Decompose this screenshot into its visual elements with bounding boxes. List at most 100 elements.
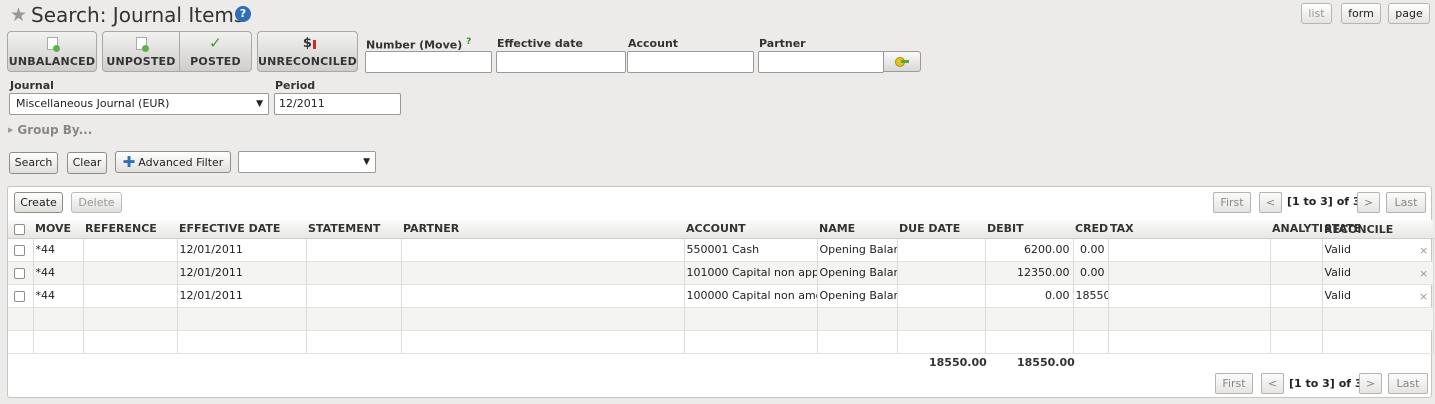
form-view-button[interactable]: form [1341,3,1381,24]
delete-button[interactable]: Delete [71,192,122,213]
column-header-name[interactable]: NAME [817,220,897,239]
filter-unbalanced-button[interactable]: UNBALANCED [8,32,96,71]
cell-date: 12/01/2011 [177,261,307,285]
cell-partner [401,261,685,285]
help-icon[interactable]: ? [235,6,251,22]
select-all-checkbox-cell [8,220,33,239]
column-header-credit[interactable]: CREDIT [1073,220,1108,239]
cell-reference [83,261,178,285]
cell-tax [1108,284,1271,308]
partner-search-button[interactable] [883,51,921,72]
cell-state: Valid [1322,261,1434,285]
expand-triangle-icon: ▶ [8,126,14,134]
cell-debit: 0.00 [985,284,1074,308]
cell-account: 550001 Cash [684,238,818,262]
pager-prev-button-bottom[interactable]: < [1261,373,1284,394]
cell-name: Opening Balance [817,284,898,308]
cell-name: Opening Balance [817,238,898,262]
row-checkbox[interactable] [14,267,25,279]
effective-date-input[interactable] [496,51,626,73]
cell-partner [401,238,685,262]
column-header-account[interactable]: ACCOUNT [684,220,817,239]
pager-next-button-bottom[interactable]: > [1359,373,1382,394]
table-row[interactable]: *44 12/01/2011 100000 Capital non amorti… [8,284,1434,308]
column-header-move[interactable]: MOVE [33,220,83,239]
state-value: Valid [1324,266,1352,279]
page-title: Search: Journal Items [31,3,245,27]
dollar-icon: $ [302,35,317,51]
column-header-effective-date[interactable]: EFFECTIVE DATE [177,220,306,239]
column-header-reconcile[interactable]: RECONCILE [1324,223,1393,236]
filter-posted-button[interactable]: ✓ POSTED [179,32,251,71]
search-button[interactable]: Search [9,152,58,174]
column-header-reference[interactable]: REFERENCE [83,220,177,239]
filter-group-balance: UNBALANCED [7,31,97,72]
number-move-input[interactable] [365,51,492,73]
cell-credit: 18550.00 [1073,284,1109,308]
total-debit: 18550.00 [929,356,987,369]
column-header-tax[interactable]: TAX [1108,220,1270,239]
table-row[interactable]: *44 12/01/2011 101000 Capital non appelé… [8,261,1434,285]
state-value: Valid [1324,289,1352,302]
favorite-star-icon[interactable]: ★ [10,4,28,26]
cell-due-date [897,284,986,308]
state-value: Valid [1324,243,1352,256]
advanced-filter-button[interactable]: ✚ Advanced Filter [115,151,231,173]
pager-last-button-bottom[interactable]: Last [1388,373,1428,394]
cell-account: 101000 Capital non appelé [684,261,818,285]
cell-statement [306,261,402,285]
cell-tax [1108,261,1271,285]
row-delete-icon[interactable]: × [1419,267,1428,280]
pager-status: [1 to 3] of 3 [1287,195,1361,208]
column-header-partner[interactable]: PARTNER [401,220,478,239]
cell-state: Valid [1322,284,1434,308]
pager-first-button-bottom[interactable]: First [1215,373,1253,394]
empty-row [8,307,1434,331]
clear-button[interactable]: Clear [67,152,107,174]
cell-reference [83,238,178,262]
cell-analytic [1270,261,1323,285]
plus-icon: ✚ [122,153,136,171]
period-input[interactable]: 12/2011 [274,93,401,115]
cell-analytic [1270,238,1323,262]
list-view-button[interactable]: list [1301,3,1332,24]
cell-date: 12/01/2011 [177,238,307,262]
cell-debit: 6200.00 [985,238,1074,262]
create-button[interactable]: Create [14,192,63,213]
filter-group-reconcile: $ UNRECONCILED [257,31,358,72]
partner-input[interactable] [758,51,884,73]
cell-credit: 0.00 [1073,261,1109,285]
row-checkbox[interactable] [14,290,25,302]
total-credit: 18550.00 [1017,356,1075,369]
journal-select[interactable]: Miscellaneous Journal (EUR) ▼ [9,93,269,115]
cell-state: Valid [1322,238,1434,262]
row-delete-icon[interactable]: × [1419,290,1428,303]
column-header-debit[interactable]: DEBIT [985,220,1073,239]
pager-range: [1 to 3] [1287,195,1333,208]
cell-name: Opening Balance [817,261,898,285]
cell-tax [1108,238,1271,262]
saved-filters-select[interactable]: ▼ [238,151,376,173]
page-view-button[interactable]: page [1388,3,1430,24]
filter-unbalanced-label: UNBALANCED [8,55,96,68]
cell-account: 100000 Capital non amorti [684,284,818,308]
row-checkbox[interactable] [14,244,25,256]
filter-group-state: UNPOSTED ✓ POSTED [102,31,252,72]
advanced-filter-label: Advanced Filter [138,156,224,169]
pager-prev-button[interactable]: < [1259,192,1282,213]
filter-unposted-button[interactable]: UNPOSTED [103,32,179,71]
pager-next-button[interactable]: > [1357,192,1380,213]
account-input[interactable] [627,51,754,73]
pager-last-button[interactable]: Last [1386,192,1426,213]
column-header-due-date[interactable]: DUE DATE [897,220,985,239]
column-header-statement[interactable]: STATEMENT [306,220,401,239]
group-by-toggle[interactable]: ▶ Group By... [8,123,92,137]
pager-first-button[interactable]: First [1213,192,1251,213]
cell-statement [306,238,402,262]
cell-analytic [1270,284,1323,308]
select-all-checkbox[interactable] [14,223,25,235]
row-delete-icon[interactable]: × [1419,244,1428,257]
filter-unreconciled-button[interactable]: $ UNRECONCILED [258,32,357,71]
table-row[interactable]: *44 12/01/2011 550001 Cash Opening Balan… [8,238,1434,262]
column-header-analytic-account[interactable]: ANALYTIC ACCOUNT [1270,220,1322,239]
